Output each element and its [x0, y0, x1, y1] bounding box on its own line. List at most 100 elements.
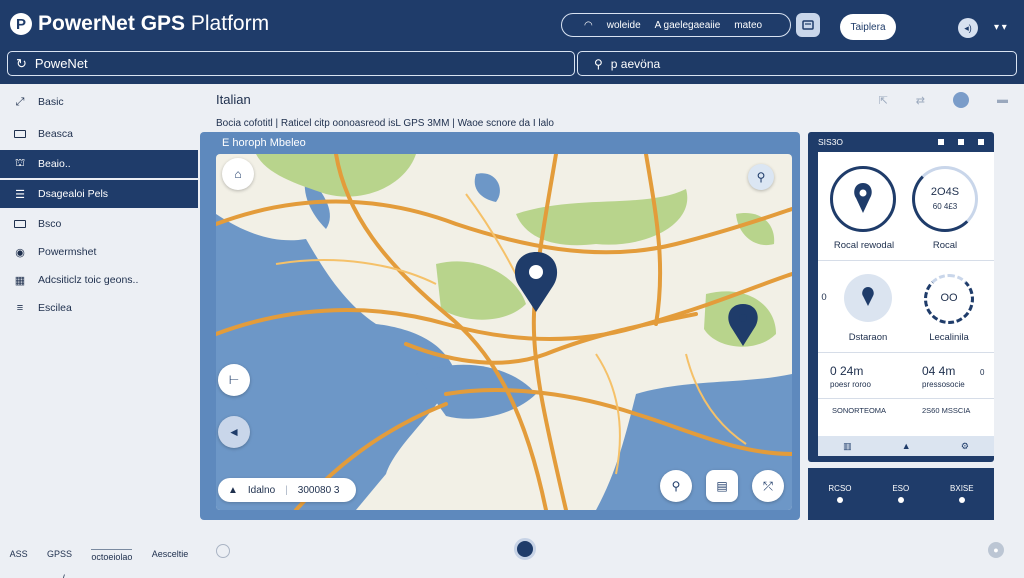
menu-icon[interactable]: ▬ — [997, 94, 1008, 106]
search-icon: ◠ — [584, 19, 593, 31]
card-icon — [14, 219, 26, 229]
sidebar-item-powermshet[interactable]: ◉ Powermshet — [0, 238, 198, 266]
panel-header: SIS3O — [808, 132, 994, 152]
summary-label: BXISE — [950, 484, 974, 493]
map-card: E horoph Mbeleo ⌂ ⚲ ⊢ ◄ ▲ Idalno | 30008… — [200, 132, 800, 520]
template-button[interactable]: Taiplera — [840, 14, 896, 40]
workspace-label: PoweNet — [34, 56, 88, 71]
chart-icon[interactable]: ▥ — [843, 441, 852, 452]
sidebar: ⤢ Basic Beasca ⛫ Beaio.. ☰ Dsagealoi Pel… — [0, 84, 198, 578]
sidebar-item-adcsiticlz[interactable]: ▦ Adcsiticlz toic geons.. — [0, 266, 198, 294]
expand-icon[interactable]: ⇱ — [879, 94, 888, 107]
sidebar-item-label: Beaio.. — [38, 158, 71, 170]
stat-label-4: Lecalinila — [929, 332, 969, 343]
dial-value-top: 2O4S — [930, 186, 960, 198]
sidebar-footer: ASS GPSS octoeiolao Aesceltie — [0, 549, 198, 562]
footer-tab-aesce[interactable]: Aesceltie — [152, 549, 189, 562]
locate-button[interactable]: ⚲ — [748, 164, 774, 190]
metric-2-value: 04 4m — [922, 364, 956, 378]
window-icon[interactable] — [958, 139, 964, 145]
user-pin-icon: ⚲ — [671, 479, 681, 493]
stat-label-2: Rocal — [932, 240, 958, 251]
route-button[interactable]: ⤱ — [752, 470, 784, 502]
count-dial — [912, 166, 978, 232]
sidebar-item-dsagealoi[interactable]: ☰ Dsagealoi Pels — [0, 180, 198, 208]
top-bar: P PowerNet GPS Platform ◠ woleide A gael… — [0, 0, 1024, 50]
metric-1-sub: poesr roroo — [830, 380, 871, 389]
main-toolbar: ⇱ ⇄ ▬ — [879, 92, 1008, 108]
sidebar-divider-mark: / — [62, 574, 65, 578]
divider — [818, 260, 994, 261]
measure-icon: ⊢ — [228, 373, 240, 387]
app-logo[interactable]: P PowerNet GPS Platform — [10, 12, 269, 36]
footer-tab-gps[interactable]: GPSS — [47, 549, 72, 562]
sidebar-item-label: Adcsiticlz toic geons.. — [38, 274, 139, 286]
triangle-icon[interactable]: ▲ — [902, 441, 911, 451]
sidebar-item-label: Basic — [38, 96, 64, 108]
profile-icon[interactable]: ◂) — [958, 18, 978, 38]
panel-header-label: SIS3O — [818, 137, 844, 147]
summary-strip: RCSO ESO BXISE — [808, 468, 994, 520]
map-canvas[interactable] — [216, 154, 792, 510]
panel-footer-label-1: SONORTEOMA — [832, 406, 887, 415]
building-icon: ⌂ — [234, 167, 242, 181]
triangle-icon: ▲ — [228, 484, 238, 496]
mail-icon — [802, 20, 814, 30]
side-zero: 0 — [821, 292, 827, 303]
sidebar-item-label: Powermshet — [38, 246, 97, 258]
gear-icon[interactable]: ⚙ — [961, 441, 969, 452]
summary-item[interactable]: ESO — [892, 484, 909, 520]
location-bar[interactable]: ⚲ p aevöna — [577, 51, 1017, 76]
summary-item[interactable]: RCSO — [828, 484, 852, 520]
search-word-b: A gaelegaeaiie — [654, 19, 721, 31]
sidebar-item-beasca[interactable]: Beasca — [0, 120, 198, 148]
search-word-a: woleide — [606, 19, 641, 31]
location-pin-icon: ⚲ — [594, 56, 603, 71]
disc-icon: ◉ — [15, 246, 25, 259]
window-icon[interactable] — [938, 139, 944, 145]
swap-icon[interactable]: ⇄ — [916, 94, 925, 107]
summary-item[interactable]: BXISE — [950, 484, 974, 520]
route-icon: ⤱ — [763, 478, 773, 493]
map-caption: E horoph Mbeleo — [222, 137, 306, 149]
window-icon[interactable] — [978, 139, 984, 145]
compass-icon: ◄ — [228, 425, 240, 439]
sidebar-item-label: Dsagealoi Pels — [38, 188, 109, 200]
footer-tab-ass[interactable]: ASS — [10, 549, 28, 562]
sidebar-item-label: Escilea — [38, 302, 72, 314]
sidebar-item-basic[interactable]: ⤢ Basic — [0, 88, 198, 116]
help-icon[interactable]: ● — [988, 542, 1004, 558]
search-word-c: mateo — [734, 19, 763, 31]
app-title-light: Platform — [185, 12, 270, 35]
divider — [818, 352, 994, 353]
record-button[interactable] — [514, 538, 536, 560]
workspace-bar[interactable]: ↻ PoweNet — [7, 51, 575, 76]
settings-circle-icon[interactable] — [216, 544, 230, 558]
sidebar-item-beaio[interactable]: ⛫ Beaio.. — [0, 150, 198, 178]
page-title: Italian — [216, 92, 251, 107]
export-button[interactable]: ▤ — [706, 470, 738, 502]
stat-label-1: Rocal rewodal — [833, 240, 895, 251]
footer-tab-octo[interactable]: octoeiolao — [91, 549, 133, 562]
zoom-button[interactable]: ⊢ — [218, 364, 250, 396]
location-label: p aevöna — [610, 56, 661, 71]
mail-button[interactable] — [796, 13, 820, 37]
status-dot-icon[interactable] — [953, 92, 969, 108]
power-icon: ↻ — [16, 55, 27, 71]
sidebar-item-bsco[interactable]: Bsco — [0, 210, 198, 238]
stats-panel: SIS3O Rocal rewodal 2O4S 60 4£3 Rocal 0 … — [808, 132, 994, 462]
lines-icon: ≡ — [16, 302, 24, 314]
dial-value-bottom: 60 4£3 — [932, 202, 958, 211]
sidebar-item-label: Bsco — [38, 218, 62, 230]
metric-1-value: 0 24m — [830, 364, 864, 378]
chevron-down-icon[interactable]: ▾ ▾ — [994, 22, 1007, 33]
breadcrumb: Bocia cofotitl | Raticel citp oonoasreod… — [216, 118, 554, 129]
layers-button[interactable]: ⌂ — [222, 158, 254, 190]
summary-label: RCSO — [828, 484, 852, 493]
user-location-button[interactable]: ⚲ — [660, 470, 692, 502]
dial-value: OO — [940, 292, 958, 304]
metric-2-sub: pressosocie — [922, 380, 965, 389]
sidebar-item-escilea[interactable]: ≡ Escilea — [0, 294, 198, 322]
compass-button[interactable]: ◄ — [218, 416, 250, 448]
search-bar[interactable]: ◠ woleide A gaelegaeaiie mateo — [561, 13, 791, 37]
